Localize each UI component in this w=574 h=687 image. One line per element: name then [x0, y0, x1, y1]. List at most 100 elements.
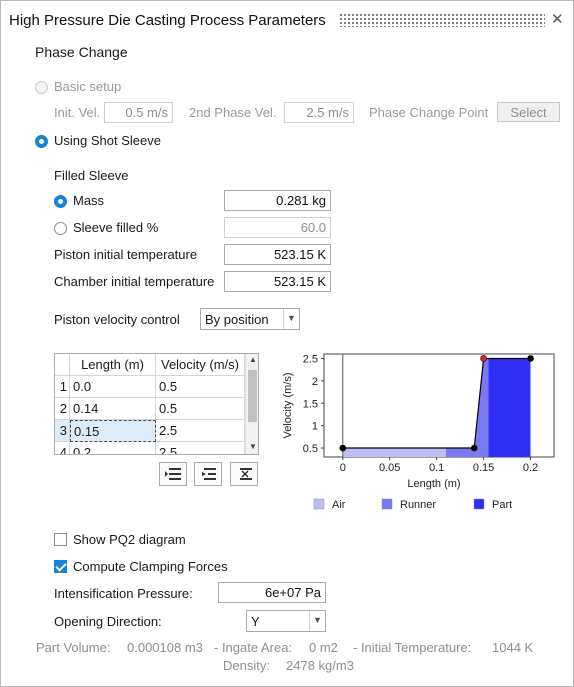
table-row[interactable]: 3 0.15 2.5 [55, 420, 245, 442]
y-tick-label: 2 [312, 376, 318, 388]
chevron-down-icon: ▼ [283, 309, 299, 329]
column-header-velocity[interactable]: Velocity (m/s) [156, 354, 245, 376]
second-phase-vel-field[interactable]: 2.5 m/s [284, 102, 354, 123]
x-tick-label: 0.1 [429, 462, 444, 474]
legend-label-air: Air [332, 499, 346, 511]
show-pq2-checkbox[interactable] [54, 533, 67, 546]
basic-setup-label: Basic setup [54, 79, 122, 94]
sleeve-filled-radio[interactable] [54, 222, 67, 235]
legend-swatch-air [313, 498, 325, 510]
density-label: Density: [223, 658, 270, 673]
velocity-cell[interactable]: 0.5 [156, 376, 245, 398]
scrollbar-thumb[interactable] [248, 370, 257, 422]
mass-field[interactable]: 0.281 kg [224, 190, 331, 211]
velocity-chart: 0 0.05 0.1 0.15 0.2 0.5 1 1.5 2 2.5 Length (m) Velo… [282, 353, 555, 511]
data-point [339, 444, 347, 452]
legend-label-runner: Runner [400, 499, 436, 511]
data-point [527, 355, 534, 362]
table-corner [55, 354, 70, 376]
insert-row-above-button[interactable] [159, 462, 187, 486]
length-cell[interactable]: 0.14 [70, 398, 156, 420]
table-row[interactable]: 4 0.2 2.5 [55, 442, 245, 454]
init-vel-label: Init. Vel. [54, 105, 101, 120]
mass-radio[interactable] [54, 195, 67, 208]
sleeve-filled-field[interactable]: 60.0 [224, 217, 331, 238]
piston-temp-label: Piston initial temperature [54, 247, 198, 262]
x-axis-label: Length (m) [407, 478, 460, 490]
density-value: 2478 kg/m3 [286, 658, 354, 673]
row-number: 4 [55, 442, 70, 454]
scroll-down-icon[interactable]: ▼ [246, 442, 258, 451]
region-air [342, 448, 446, 457]
part-volume-label: Part Volume: [36, 640, 111, 655]
table-scrollbar[interactable]: ▲ ▼ [245, 354, 258, 454]
chevron-down-icon: ▼ [309, 611, 325, 631]
filled-sleeve-heading: Filled Sleeve [54, 168, 129, 183]
piston-temp-field[interactable]: 523.15 K [224, 244, 331, 265]
delete-row-icon [240, 468, 252, 480]
window-title: High Pressure Die Casting Process Parame… [9, 12, 326, 29]
row-number: 3 [55, 420, 70, 442]
y-axis-label: Velocity (m/s) [282, 372, 294, 438]
part-volume-value: 0.000108 m3 [127, 640, 203, 655]
row-number: 1 [55, 376, 70, 398]
velocity-control-dropdown[interactable]: By position ▼ [200, 308, 300, 330]
legend-swatch-part [473, 498, 485, 510]
chamber-temp-field[interactable]: 523.15 K [224, 271, 331, 292]
dialog-window: High Pressure Die Casting Process Parame… [0, 0, 574, 687]
scroll-up-icon[interactable]: ▲ [246, 355, 258, 364]
init-vel-field[interactable]: 0.5 m/s [104, 102, 173, 123]
initial-temp-value: 1044 K [492, 640, 534, 655]
basic-setup-radio[interactable] [35, 81, 48, 94]
length-cell[interactable]: 0.2 [70, 442, 156, 454]
x-tick-label: 0.05 [379, 462, 400, 474]
velocity-cell[interactable]: 0.5 [156, 398, 245, 420]
y-tick-label: 0.5 [303, 443, 318, 455]
y-tick-label: 1 [312, 421, 318, 433]
close-icon[interactable]: ✕ [551, 10, 564, 28]
phase-change-heading: Phase Change [35, 44, 128, 60]
ingate-area-value: 0 m2 [309, 640, 338, 655]
chamber-temp-label: Chamber initial temperature [54, 274, 215, 289]
velocity-cell[interactable]: 2.5 [156, 420, 245, 442]
velocity-control-value: By position [205, 312, 269, 327]
velocity-cell[interactable]: 2.5 [156, 442, 245, 454]
y-tick-label: 1.5 [303, 398, 318, 410]
data-point [470, 444, 478, 452]
opening-direction-dropdown[interactable]: Y ▼ [246, 610, 326, 632]
clamping-forces-label: Compute Clamping Forces [73, 559, 228, 574]
insert-row-above-icon [165, 468, 181, 480]
length-cell[interactable]: 0.0 [70, 376, 156, 398]
insert-row-below-button[interactable] [194, 462, 222, 486]
table-row[interactable]: 2 0.14 0.5 [55, 398, 245, 420]
opening-direction-value: Y [251, 614, 260, 629]
delete-row-button[interactable] [230, 462, 258, 486]
opening-direction-label: Opening Direction: [54, 614, 162, 629]
intensification-field[interactable]: 6e+07 Pa [218, 582, 326, 603]
x-tick-label: 0.2 [523, 462, 538, 474]
clamping-forces-checkbox[interactable] [54, 560, 67, 573]
mass-label: Mass [73, 193, 105, 208]
legend-swatch-runner [381, 498, 393, 510]
phase-change-point [480, 355, 487, 362]
velocity-control-label: Piston velocity control [54, 312, 180, 327]
sleeve-filled-label: Sleeve filled % [73, 220, 159, 235]
insert-row-below-icon [202, 468, 216, 480]
region-part [488, 358, 531, 457]
select-button[interactable]: Select [497, 102, 560, 122]
table-row[interactable]: 1 0.0 0.5 [55, 376, 245, 398]
using-shot-sleeve-label: Using Shot Sleeve [54, 133, 161, 148]
show-pq2-label: Show PQ2 diagram [73, 532, 186, 547]
velocity-table: Length (m) Velocity (m/s) 1 0.0 0.5 2 0.… [54, 353, 259, 455]
column-header-length[interactable]: Length (m) [70, 354, 156, 376]
table-header: Length (m) Velocity (m/s) [55, 354, 245, 376]
legend-label-part: Part [492, 499, 512, 511]
second-phase-vel-label: 2nd Phase Vel. [189, 105, 277, 120]
intensification-label: Intensification Pressure: [54, 586, 193, 601]
length-cell-selected[interactable]: 0.15 [70, 420, 156, 442]
drag-handle[interactable] [339, 13, 545, 27]
using-shot-sleeve-radio[interactable] [35, 135, 48, 148]
y-tick-label: 2.5 [303, 353, 318, 365]
ingate-area-label: - Ingate Area: [214, 640, 293, 655]
row-number: 2 [55, 398, 70, 420]
